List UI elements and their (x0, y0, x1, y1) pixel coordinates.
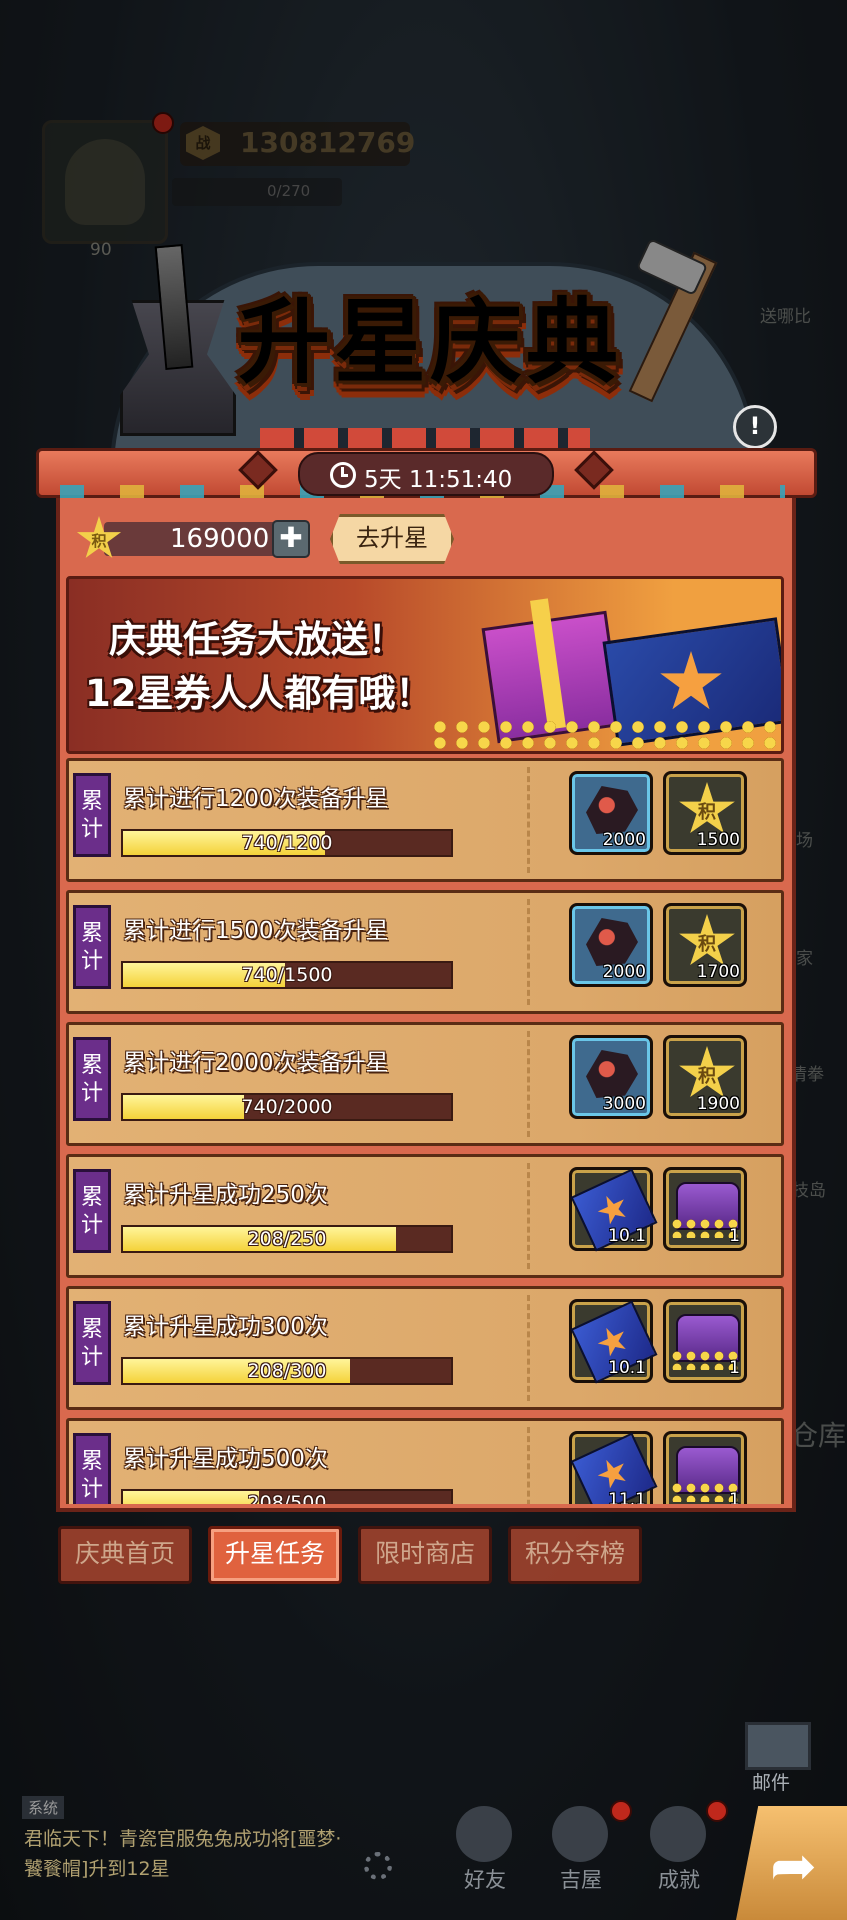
reward-count: 11.1 (608, 1490, 646, 1504)
tab-limited-shop[interactable]: 限时商店 (358, 1526, 492, 1584)
points-value: 169000 (170, 524, 270, 554)
notification-dot (706, 1800, 728, 1822)
reward-count: 10.1 (608, 1358, 646, 1378)
progress-text: 740/2000 (241, 1096, 333, 1118)
mail-label[interactable]: 邮件 (752, 1768, 790, 1795)
tab-event-home[interactable]: 庆典首页 (58, 1526, 192, 1584)
reward-slot[interactable]: 3000 (569, 1035, 653, 1119)
tab-star-tasks[interactable]: 升星任务 (208, 1526, 342, 1584)
progress-text: 208/300 (247, 1360, 327, 1382)
task-row: 累 计 累计升星成功500次 208/500 11.1 1 (66, 1418, 784, 1504)
promo-subline: 12星券人人都有哦！ (85, 672, 433, 715)
task-row: 累 计 累计升星成功300次 208/300 10.1 1 (66, 1286, 784, 1410)
reward-slot[interactable]: 1 (663, 1167, 747, 1251)
reward-slot[interactable]: 积 1500 (663, 771, 747, 855)
notification-dot (610, 1800, 632, 1822)
reward-count: 1900 (696, 1094, 740, 1114)
task-progress-bar: 740/1200 (121, 829, 453, 857)
reward-slot[interactable]: 10.1 (569, 1299, 658, 1384)
task-progress-bar: 208/250 (121, 1225, 453, 1253)
reward-count: 10.1 (608, 1226, 646, 1246)
task-title: 累计升星成功500次 (123, 1446, 328, 1472)
promo-banner: 庆典任务大放送！ 12星券人人都有哦！ (66, 576, 784, 754)
reward-count: 1 (729, 1490, 740, 1504)
share-arrow-icon: ➦ (770, 1834, 817, 1899)
reward-count: 1700 (696, 962, 740, 982)
task-row: 累 计 累计进行2000次装备升星 740/2000 3000 积 1900 (66, 1022, 784, 1146)
progress-text: 740/1500 (241, 964, 333, 986)
progress-text: 208/500 (247, 1492, 327, 1504)
ore-icon (586, 1050, 638, 1098)
clock-icon (330, 462, 356, 488)
cumulative-tag: 累 计 (73, 1433, 111, 1504)
tab-points-ranking[interactable]: 积分夺榜 (508, 1526, 642, 1584)
info-icon[interactable]: ! (733, 405, 777, 449)
cumulative-tag: 累 计 (73, 1301, 111, 1385)
task-title: 累计进行1200次装备升星 (123, 786, 389, 812)
reward-slot[interactable]: 2000 (569, 771, 653, 855)
settings-gear-icon[interactable] (364, 1852, 392, 1880)
cumulative-tag: 累 计 (73, 1037, 111, 1121)
reward-count: 2000 (602, 962, 646, 982)
progress-text: 208/250 (247, 1228, 327, 1250)
reward-slot[interactable]: 积 1900 (663, 1035, 747, 1119)
title-decoration (260, 428, 590, 450)
task-title: 累计升星成功300次 (123, 1314, 328, 1340)
promo-headline: 庆典任务大放送！ (109, 618, 405, 661)
task-row: 累 计 累计进行1200次装备升星 740/1200 2000 积 1500 (66, 758, 784, 882)
progress-text: 740/1200 (241, 832, 333, 854)
reward-slot[interactable]: 积 1700 (663, 903, 747, 987)
task-progress-bar: 740/1500 (121, 961, 453, 989)
reward-count: 2000 (602, 830, 646, 850)
chat-channel-tag: 系统 (22, 1796, 65, 1819)
event-title: 升星庆典 (170, 268, 690, 401)
reward-slot[interactable]: 2000 (569, 903, 653, 987)
friends-icon[interactable] (456, 1806, 512, 1862)
timer-text: 5天 11:51:40 (364, 467, 513, 493)
task-progress-bar: 208/500 (121, 1489, 453, 1504)
nav-friends[interactable]: 好友 (464, 1864, 506, 1894)
task-row: 累 计 累计进行1500次装备升星 740/1500 2000 积 1700 (66, 890, 784, 1014)
reward-slot[interactable]: 11.1 (569, 1431, 658, 1504)
reward-count: 1500 (696, 830, 740, 850)
reward-slot[interactable]: 1 (663, 1431, 747, 1504)
countdown-timer: 5天 11:51:40 (298, 452, 554, 496)
cumulative-tag: 累 计 (73, 773, 111, 857)
mail-icon[interactable] (745, 1722, 811, 1770)
task-title: 累计进行1500次装备升星 (123, 918, 389, 944)
reward-count: 1 (729, 1226, 740, 1246)
task-title: 累计进行2000次装备升星 (123, 1050, 389, 1076)
task-progress-bar: 208/300 (121, 1357, 453, 1385)
nav-home[interactable]: 吉屋 (560, 1864, 602, 1894)
gold-coins-icon (429, 719, 781, 751)
cumulative-tag: 累 计 (73, 1169, 111, 1253)
cumulative-tag: 累 计 (73, 905, 111, 989)
ore-icon (586, 786, 638, 834)
chat-message[interactable]: 君临天下！青瓷官服兔兔成功将[噩梦·饕餮帽]升到12星 (24, 1824, 354, 1884)
task-row: 累 计 累计升星成功250次 208/250 10.1 1 (66, 1154, 784, 1278)
home-icon[interactable] (552, 1806, 608, 1862)
task-progress-bar: 740/2000 (121, 1093, 453, 1121)
go-upgrade-button[interactable]: 去升星 (330, 514, 454, 564)
ore-icon (586, 918, 638, 966)
task-title: 累计升星成功250次 (123, 1182, 328, 1208)
reward-slot[interactable]: 10.1 (569, 1167, 658, 1252)
add-points-button[interactable]: ✚ (272, 520, 310, 558)
reward-slot[interactable]: 1 (663, 1299, 747, 1383)
achievement-icon[interactable] (650, 1806, 706, 1862)
reward-count: 3000 (602, 1094, 646, 1114)
reward-count: 1 (729, 1358, 740, 1378)
nav-achievements[interactable]: 成就 (658, 1864, 700, 1894)
